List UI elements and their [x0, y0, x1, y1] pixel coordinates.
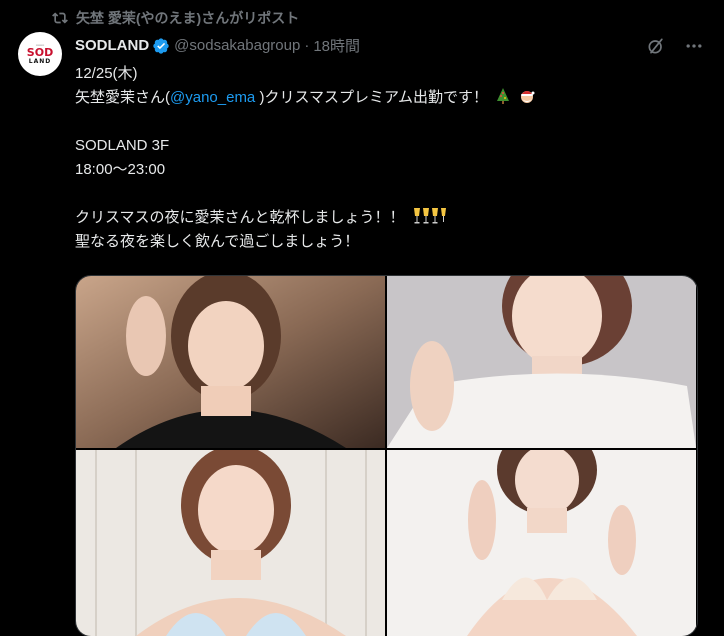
photo-4[interactable] — [387, 450, 696, 636]
more-icon — [686, 44, 702, 48]
avatar-logo-land: LAND — [28, 58, 52, 65]
tweet-line-location: SODLAND 3F — [75, 137, 170, 154]
tweet-top-actions — [646, 36, 704, 56]
avatar-logo-sod: SOD — [26, 46, 54, 59]
tweet-line-toast: クリスマスの夜に愛茉さんと乾杯しましょう！！ — [75, 206, 695, 230]
photo-2[interactable] — [387, 276, 696, 448]
tweet-header: SODLAND @sodsakabagroup · 18時間 — [75, 35, 360, 56]
mention-link[interactable]: @yano_ema — [170, 89, 255, 106]
photo-1[interactable] — [76, 276, 385, 448]
verified-badge-icon[interactable] — [152, 37, 170, 55]
repost-indicator[interactable]: 矢埜 愛茉(やのえま)さんがリポスト — [52, 8, 299, 28]
tweet-line-closing: 聖なる夜を楽しく飲んで過ごしましょう！ — [75, 233, 360, 250]
handle[interactable]: @sodsakabagroup — [174, 37, 300, 54]
photo-3-image — [76, 450, 385, 636]
grok-button[interactable] — [646, 36, 666, 56]
avatar[interactable]: ▪▪▪▪▪▪▪▪ SOD LAND — [18, 32, 62, 76]
photo-2-image — [387, 276, 696, 448]
media-grid — [75, 275, 698, 636]
toast-text: クリスマスの夜に愛茉さんと乾杯しましょう！！ — [75, 209, 405, 226]
more-options-button[interactable] — [684, 36, 704, 56]
clinking-glasses-emoji-icon — [413, 208, 446, 224]
repost-text: 矢埜 愛茉(やのえま)さんがリポスト — [76, 10, 300, 26]
tweet-body: 12/25(木) 矢埜愛茉さん(@yano_ema )クリスマスプレミアム出勤で… — [75, 62, 695, 254]
display-name[interactable]: SODLAND — [75, 37, 149, 54]
photo-3[interactable] — [76, 450, 385, 636]
photo-1-image — [76, 276, 385, 448]
timestamp[interactable]: 18時間 — [313, 35, 360, 56]
announcement-suffix: )クリスマスプレミアム出勤です！ — [255, 89, 488, 106]
announcement-prefix: 矢埜愛茉さん( — [75, 89, 170, 106]
grok-icon — [648, 38, 663, 54]
christmas-tree-emoji-icon — [497, 88, 510, 104]
tweet-line-announcement: 矢埜愛茉さん(@yano_ema )クリスマスプレミアム出勤です！ — [75, 86, 695, 110]
santa-face-emoji-icon — [521, 91, 535, 103]
repost-icon — [52, 12, 68, 24]
tweet-line-date: 12/25(木) — [75, 65, 138, 82]
separator-dot: · — [304, 37, 310, 54]
tweet-line-hours: 18:00～23:00 — [75, 161, 166, 178]
photo-4-image — [387, 450, 696, 636]
